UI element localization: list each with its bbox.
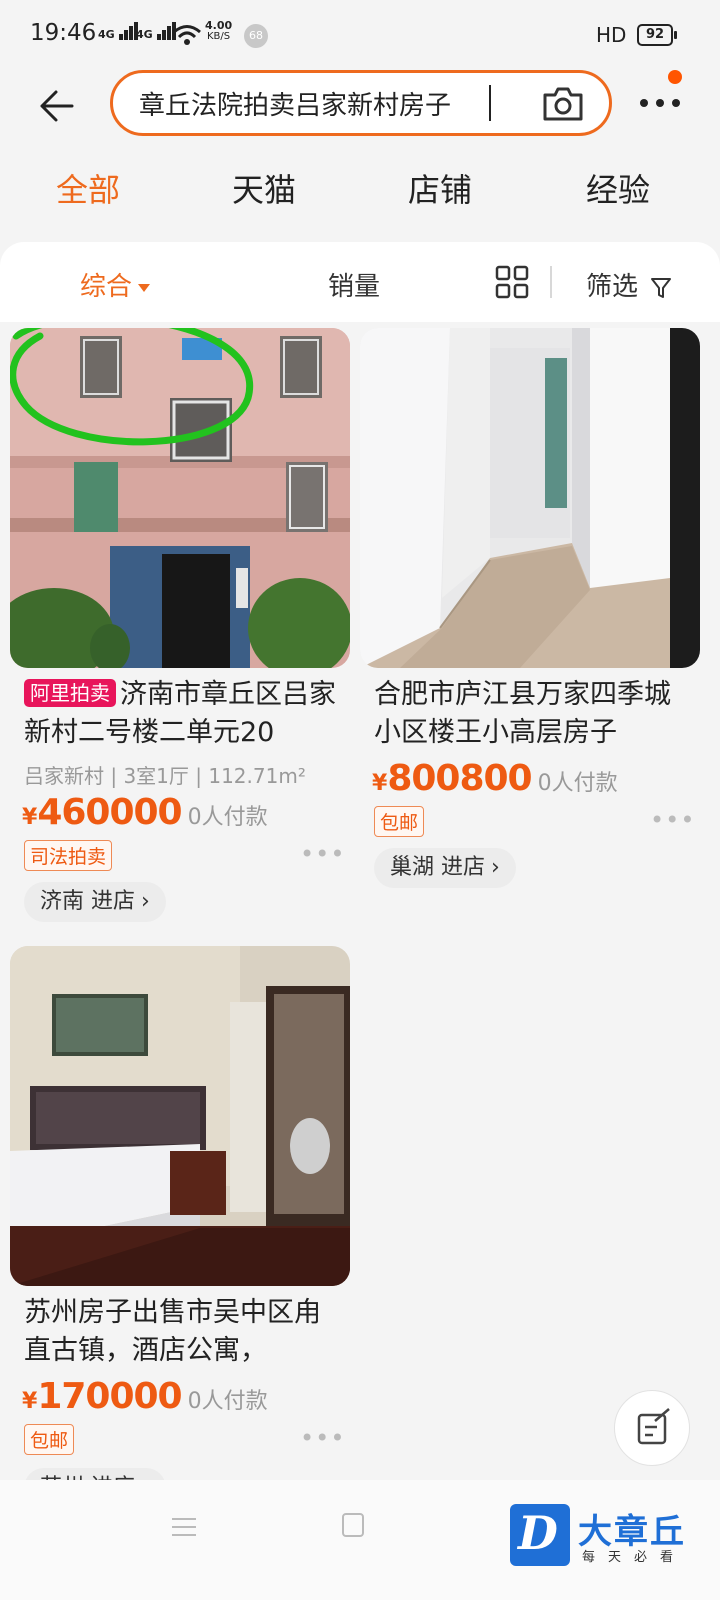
product-image-interior[interactable] <box>360 328 700 668</box>
price-row: ¥800800 0人付款 <box>372 758 618 799</box>
product-title[interactable]: 阿里拍卖 济南市章丘区吕家新村二号楼二单元20 <box>24 676 344 752</box>
status-time: 19:46 <box>30 20 97 46</box>
hd-indicator: HD <box>596 23 627 47</box>
store-link[interactable]: 巢湖 进店 › <box>374 848 516 888</box>
product-title[interactable]: 苏州房子出售市吴中区甪直古镇，酒店公寓， <box>24 1294 344 1370</box>
more-dots-icon[interactable]: ••• <box>650 806 695 834</box>
product-title[interactable]: 合肥市庐江县万家四季城小区楼王小高层房子 <box>374 676 694 752</box>
menu-icon[interactable] <box>172 1516 196 1538</box>
free-shipping-badge: 包邮 <box>374 806 425 837</box>
product-card[interactable]: 阿里拍卖 济南市章丘区吕家新村二号楼二单元20 吕家新村 | 3室1厅 | 112… <box>10 328 350 928</box>
tab-experience[interactable]: 经验 <box>558 165 678 211</box>
price-row: ¥170000 0人付款 <box>22 1376 268 1417</box>
battery-icon: 92 <box>637 24 677 46</box>
free-shipping-badge: 包邮 <box>24 1424 75 1455</box>
camera-icon[interactable] <box>541 85 585 123</box>
home-icon[interactable] <box>342 1513 364 1537</box>
notification-badge: 68 <box>244 24 268 48</box>
signal-icon: 4G <box>136 22 177 40</box>
logo-mark: D <box>510 1504 570 1566</box>
paid-count: 0人付款 <box>187 805 268 830</box>
currency-symbol: ¥ <box>22 805 38 830</box>
more-options-icon[interactable] <box>636 88 684 118</box>
product-specs: 吕家新村 | 3室1厅 | 112.71m² <box>24 764 306 788</box>
signal-icon: 4G <box>98 22 139 40</box>
currency-symbol: ¥ <box>22 1389 38 1414</box>
logo-slogan: 每天必看 <box>582 1550 687 1565</box>
more-dots-icon[interactable]: ••• <box>300 840 345 868</box>
red-dot-badge <box>668 70 682 84</box>
product-price: 800800 <box>387 758 532 799</box>
filter-button[interactable]: 筛选 <box>586 266 672 303</box>
paid-count: 0人付款 <box>537 771 618 796</box>
filter-icon <box>651 277 672 298</box>
product-price: 460000 <box>37 792 182 833</box>
search-input[interactable] <box>139 83 499 123</box>
product-price: 170000 <box>37 1376 182 1417</box>
back-arrow-icon[interactable] <box>34 84 78 128</box>
product-image-hotel-room[interactable] <box>10 946 350 1286</box>
ali-auction-tag: 阿里拍卖 <box>24 679 116 707</box>
product-card[interactable]: 苏州房子出售市吴中区甪直古镇，酒店公寓， ¥170000 0人付款 包邮 ••• … <box>10 946 350 1508</box>
divider <box>550 266 552 298</box>
results-panel: 综合 销量 筛选 阿里拍卖 济南市章丘区吕家新村二号楼二单元20 吕家新村 | … <box>0 242 720 1508</box>
tab-shops[interactable]: 店铺 <box>380 165 500 211</box>
network-speed: 4.00 KB/S <box>205 19 233 42</box>
chevron-right-icon: › <box>491 855 500 880</box>
currency-symbol: ¥ <box>372 771 388 796</box>
text-cursor <box>489 85 491 121</box>
feedback-edit-button[interactable] <box>614 1390 690 1466</box>
tab-tmall[interactable]: 天猫 <box>204 165 324 211</box>
wifi-icon <box>173 25 201 45</box>
sort-comprehensive[interactable]: 综合 <box>80 266 151 303</box>
grid-view-icon[interactable] <box>495 265 529 299</box>
status-bar: 19:46 4G 4G 4.00 KB/S 68 HD 92 <box>0 0 720 70</box>
store-link[interactable]: 济南 进店 › <box>24 882 166 922</box>
paid-count: 0人付款 <box>187 1389 268 1414</box>
sort-bar: 综合 销量 筛选 <box>0 242 720 322</box>
more-dots-icon[interactable]: ••• <box>300 1424 345 1452</box>
dropdown-caret-icon <box>138 283 151 292</box>
product-image-building[interactable] <box>10 328 350 668</box>
watermark-logo: D 大章丘 每天必看 <box>510 1502 720 1600</box>
search-box[interactable] <box>110 70 612 136</box>
category-tabs: 全部 天猫 店铺 经验 <box>0 165 720 225</box>
search-header <box>0 70 720 150</box>
sort-sales[interactable]: 销量 <box>328 266 380 303</box>
product-card[interactable]: 合肥市庐江县万家四季城小区楼王小高层房子 ¥800800 0人付款 包邮 ••• … <box>360 328 700 898</box>
tab-all[interactable]: 全部 <box>28 165 148 211</box>
price-row: ¥460000 0人付款 <box>22 792 268 833</box>
screen: 19:46 4G 4G 4.00 KB/S 68 HD 92 章丘法院拍卖吕家新… <box>0 0 720 1600</box>
chevron-right-icon: › <box>141 889 150 914</box>
edit-icon <box>637 1408 670 1445</box>
judicial-auction-badge: 司法拍卖 <box>24 840 113 871</box>
